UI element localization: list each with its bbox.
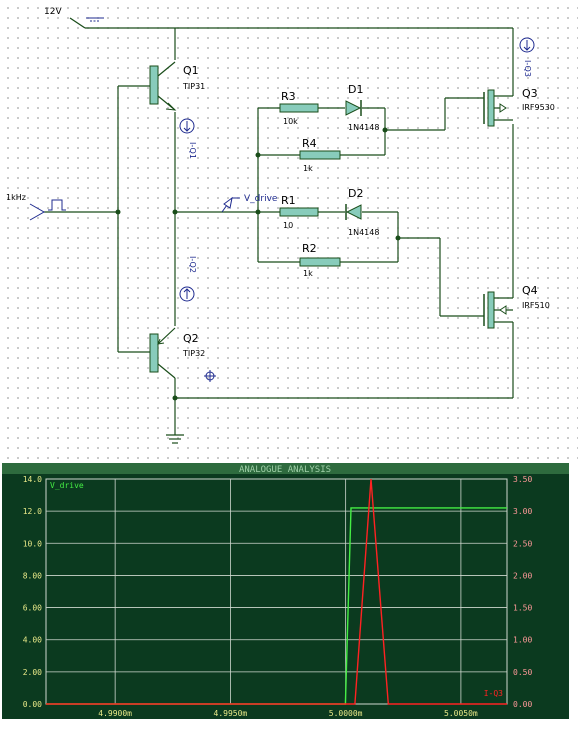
right-tick-label: 1.00 (513, 636, 532, 645)
right-tick-label: 0.50 (513, 668, 532, 677)
r2-name: R2 (302, 242, 317, 255)
x-tick-label: 5.0000m (329, 709, 363, 718)
x-tick-label: 4.9950m (214, 709, 248, 718)
schematic-drawing: 12V 1kHz Q1 TIP31 Q2 TIP32 I-Q1 I-Q2 I-Q… (6, 7, 555, 444)
graph-grid (45, 478, 508, 705)
input-generator[interactable]: 1kHz (6, 193, 66, 221)
q4-mosfet[interactable]: Q4 IRF510 (483, 280, 550, 329)
q2-name: Q2 (183, 332, 199, 345)
left-tick-label: 4.00 (23, 636, 42, 645)
right-tick-label: 1.50 (513, 604, 532, 613)
current-probe-q1[interactable]: I-Q1 (179, 118, 197, 159)
iq1-label: I-Q1 (188, 142, 197, 159)
voltage-probe[interactable]: V_drive (221, 194, 278, 213)
x-tick-label: 5.0050m (444, 709, 478, 718)
q1-transistor[interactable]: Q1 TIP31 (149, 61, 205, 111)
crosshair-cursor-icon (204, 370, 216, 382)
right-tick-label: 3.50 (513, 475, 532, 484)
left-tick-label: 2.00 (23, 668, 42, 677)
ground-symbol (166, 434, 184, 444)
iq2-label: I-Q2 (188, 256, 197, 273)
current-probe-q2[interactable]: I-Q2 (179, 256, 197, 302)
wires (44, 27, 514, 435)
r2-resistor[interactable]: R2 1k (299, 242, 341, 278)
q3-part: IRF9530 (522, 103, 555, 112)
left-tick-label: 8.00 (23, 571, 42, 580)
series-label-i-q3: I-Q3 (484, 689, 503, 698)
left-tick-label: 14.0 (23, 475, 42, 484)
q3-mosfet[interactable]: Q3 IRF9530 (483, 87, 555, 127)
series-label-v-drive: V_drive (50, 481, 84, 490)
analogue-analysis-graph[interactable]: ANALOGUE ANALYSIS 4.9900m 4.9950m 5.0000m 5… (2, 463, 569, 719)
right-tick-label: 0.00 (513, 700, 532, 709)
d2-name: D2 (348, 187, 363, 200)
d2-part: 1N4148 (348, 228, 379, 237)
r3-name: R3 (281, 90, 296, 103)
schematic-canvas[interactable]: 12V 1kHz Q1 TIP31 Q2 TIP32 I-Q1 I-Q2 I-Q… (0, 0, 578, 462)
d1-name: D1 (348, 83, 363, 96)
current-probe-q3[interactable]: I-Q3 (519, 37, 535, 77)
q4-part: IRF510 (522, 301, 550, 310)
graph-drawing: ANALOGUE ANALYSIS 4.9900m 4.9950m 5.0000m 5… (2, 463, 569, 718)
d1-part: 1N4148 (348, 123, 379, 132)
q2-transistor[interactable]: Q2 TIP32 (149, 327, 205, 379)
q1-part: TIP31 (182, 82, 205, 91)
probe-label: V_drive (244, 194, 278, 204)
r4-name: R4 (302, 137, 317, 150)
left-tick-label: 12.0 (23, 507, 42, 516)
r3-value: 10k (283, 117, 298, 126)
input-label: 1kHz (6, 193, 26, 202)
q1-name: Q1 (183, 64, 199, 77)
q2-part: TIP32 (182, 349, 205, 358)
graph-title: ANALOGUE ANALYSIS (239, 465, 331, 475)
right-tick-label: 2.00 (513, 571, 532, 580)
left-tick-label: 10.0 (23, 539, 42, 548)
supply-terminal[interactable]: 12V (44, 7, 104, 29)
right-tick-label: 3.00 (513, 507, 532, 516)
x-tick-label: 4.9900m (98, 709, 132, 718)
r1-resistor[interactable]: R1 10 (279, 194, 319, 230)
r4-resistor[interactable]: R4 1k (299, 137, 341, 173)
r2-value: 1k (303, 269, 313, 278)
left-tick-label: 6.00 (23, 604, 42, 613)
left-tick-label: 0.00 (23, 700, 42, 709)
r1-name: R1 (281, 194, 296, 207)
right-tick-label: 2.50 (513, 539, 532, 548)
supply-label: 12V (44, 7, 62, 17)
r4-value: 1k (303, 164, 313, 173)
r1-value: 10 (283, 221, 293, 230)
q3-name: Q3 (522, 87, 538, 100)
q4-name: Q4 (522, 284, 538, 297)
r3-resistor[interactable]: R3 10k (279, 90, 319, 126)
iq3-label: I-Q3 (523, 60, 532, 77)
